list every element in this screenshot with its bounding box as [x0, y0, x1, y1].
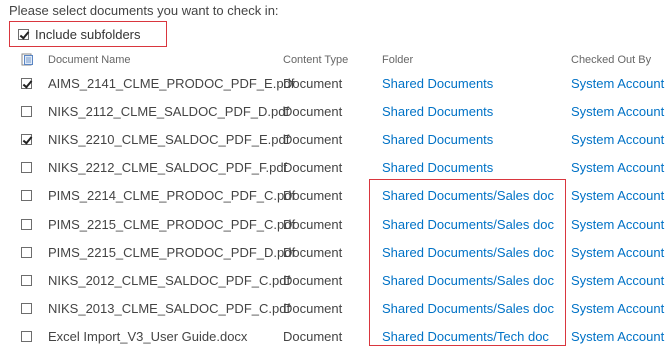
row-checkbox[interactable]: [21, 78, 32, 89]
document-name: NIKS_2112_CLME_SALDOC_PDF_D.pdf: [48, 104, 290, 120]
column-header-content-type[interactable]: Content Type: [283, 54, 348, 66]
document-name: NIKS_2212_CLME_SALDOC_PDF_F.pdf: [48, 160, 288, 176]
column-header-checked-out-by[interactable]: Checked Out By: [571, 54, 651, 66]
table-row[interactable]: PIMS_2215_CLME_PRODOC_PDF_D.pdf Document S…: [0, 239, 672, 267]
folder-link[interactable]: Shared Documents: [382, 76, 493, 91]
table-row[interactable]: NIKS_2013_CLME_SALDOC_PDF_C.pdf Document S…: [0, 295, 672, 323]
checked-out-by-link[interactable]: System Account: [571, 76, 664, 91]
document-name: NIKS_2013_CLME_SALDOC_PDF_C.pdf: [48, 300, 291, 316]
instruction-text: Please select documents you want to chec…: [9, 3, 279, 18]
table-row[interactable]: NIKS_2212_CLME_SALDOC_PDF_F.pdf Document S…: [0, 154, 672, 182]
content-type: Document: [283, 104, 343, 120]
document-type-icon: [21, 53, 33, 66]
table-row[interactable]: PIMS_2214_CLME_PRODOC_PDF_C.pdf Document S…: [0, 182, 672, 210]
folder-link[interactable]: Shared Documents: [382, 160, 493, 175]
content-type: Document: [283, 272, 343, 288]
row-checkbox[interactable]: [21, 218, 32, 230]
table-row[interactable]: NIKS_2012_CLME_SALDOC_PDF_C.pdf Document S…: [0, 267, 672, 295]
document-name: NIKS_2210_CLME_SALDOC_PDF_E.pdf: [48, 132, 290, 148]
checked-out-by-link[interactable]: System Account: [571, 273, 664, 288]
checked-out-by-link[interactable]: System Account: [571, 245, 664, 260]
row-checkbox[interactable]: [21, 162, 32, 174]
folder-link[interactable]: Shared Documents/Sales doc: [382, 273, 554, 288]
folder-link[interactable]: Shared Documents: [382, 132, 493, 147]
row-checkbox[interactable]: [21, 134, 32, 146]
row-checkbox[interactable]: [21, 330, 32, 342]
checked-out-by-link[interactable]: System Account: [571, 188, 664, 203]
table-row[interactable]: NIKS_2112_CLME_SALDOC_PDF_D.pdf Document S…: [0, 98, 672, 126]
row-checkbox[interactable]: [21, 106, 32, 118]
checked-out-by-link[interactable]: System Account: [571, 329, 664, 344]
include-subfolders-label[interactable]: Include subfolders: [35, 27, 141, 42]
content-type: Document: [283, 76, 343, 91]
folder-link[interactable]: Shared Documents/Sales doc: [382, 188, 554, 203]
document-name: PIMS_2214_CLME_PRODOC_PDF_C.pdf: [48, 188, 296, 204]
folder-link[interactable]: Shared Documents/Sales doc: [382, 301, 554, 316]
folder-link[interactable]: Shared Documents/Tech doc: [382, 329, 549, 344]
row-checkbox[interactable]: [21, 190, 32, 202]
table-row[interactable]: PIMS_2215_CLME_PRODOC_PDF_C.pdf Document S…: [0, 211, 672, 239]
content-type: Document: [283, 300, 343, 316]
include-subfolders-checkbox[interactable]: [18, 28, 29, 40]
document-name: PIMS_2215_CLME_PRODOC_PDF_C.pdf: [48, 216, 296, 232]
row-checkbox[interactable]: [21, 302, 32, 314]
checked-out-by-link[interactable]: System Account: [571, 104, 664, 119]
document-name: NIKS_2012_CLME_SALDOC_PDF_C.pdf: [48, 272, 291, 288]
include-subfolders-highlight: Include subfolders: [9, 21, 167, 47]
row-checkbox[interactable]: [21, 246, 32, 258]
content-type: Document: [283, 160, 343, 176]
column-header-document-name[interactable]: Document Name: [48, 54, 131, 66]
column-header-folder[interactable]: Folder: [382, 54, 413, 66]
folder-link[interactable]: Shared Documents/Sales doc: [382, 245, 554, 260]
content-type: Document: [283, 188, 343, 204]
checked-out-by-link[interactable]: System Account: [571, 160, 664, 175]
checked-out-by-link[interactable]: System Account: [571, 301, 664, 316]
folder-link[interactable]: Shared Documents: [382, 104, 493, 119]
table-row[interactable]: Excel Import_V3_User Guide.docx Document S…: [0, 323, 672, 351]
content-type: Document: [283, 328, 343, 344]
content-type: Document: [283, 132, 343, 148]
checked-out-by-link[interactable]: System Account: [571, 132, 664, 147]
checked-out-by-link[interactable]: System Account: [571, 217, 664, 232]
document-name: Excel Import_V3_User Guide.docx: [48, 328, 248, 344]
document-name: PIMS_2215_CLME_PRODOC_PDF_D.pdf: [48, 244, 296, 260]
document-name: AIMS_2141_CLME_PRODOC_PDF_E.pdf: [48, 76, 295, 91]
table-row[interactable]: AIMS_2141_CLME_PRODOC_PDF_E.pdf Document S…: [0, 70, 672, 98]
table-row[interactable]: NIKS_2210_CLME_SALDOC_PDF_E.pdf Document S…: [0, 126, 672, 154]
content-type: Document: [283, 216, 343, 232]
row-checkbox[interactable]: [21, 274, 32, 286]
folder-link[interactable]: Shared Documents/Sales doc: [382, 217, 554, 232]
content-type: Document: [283, 244, 343, 260]
